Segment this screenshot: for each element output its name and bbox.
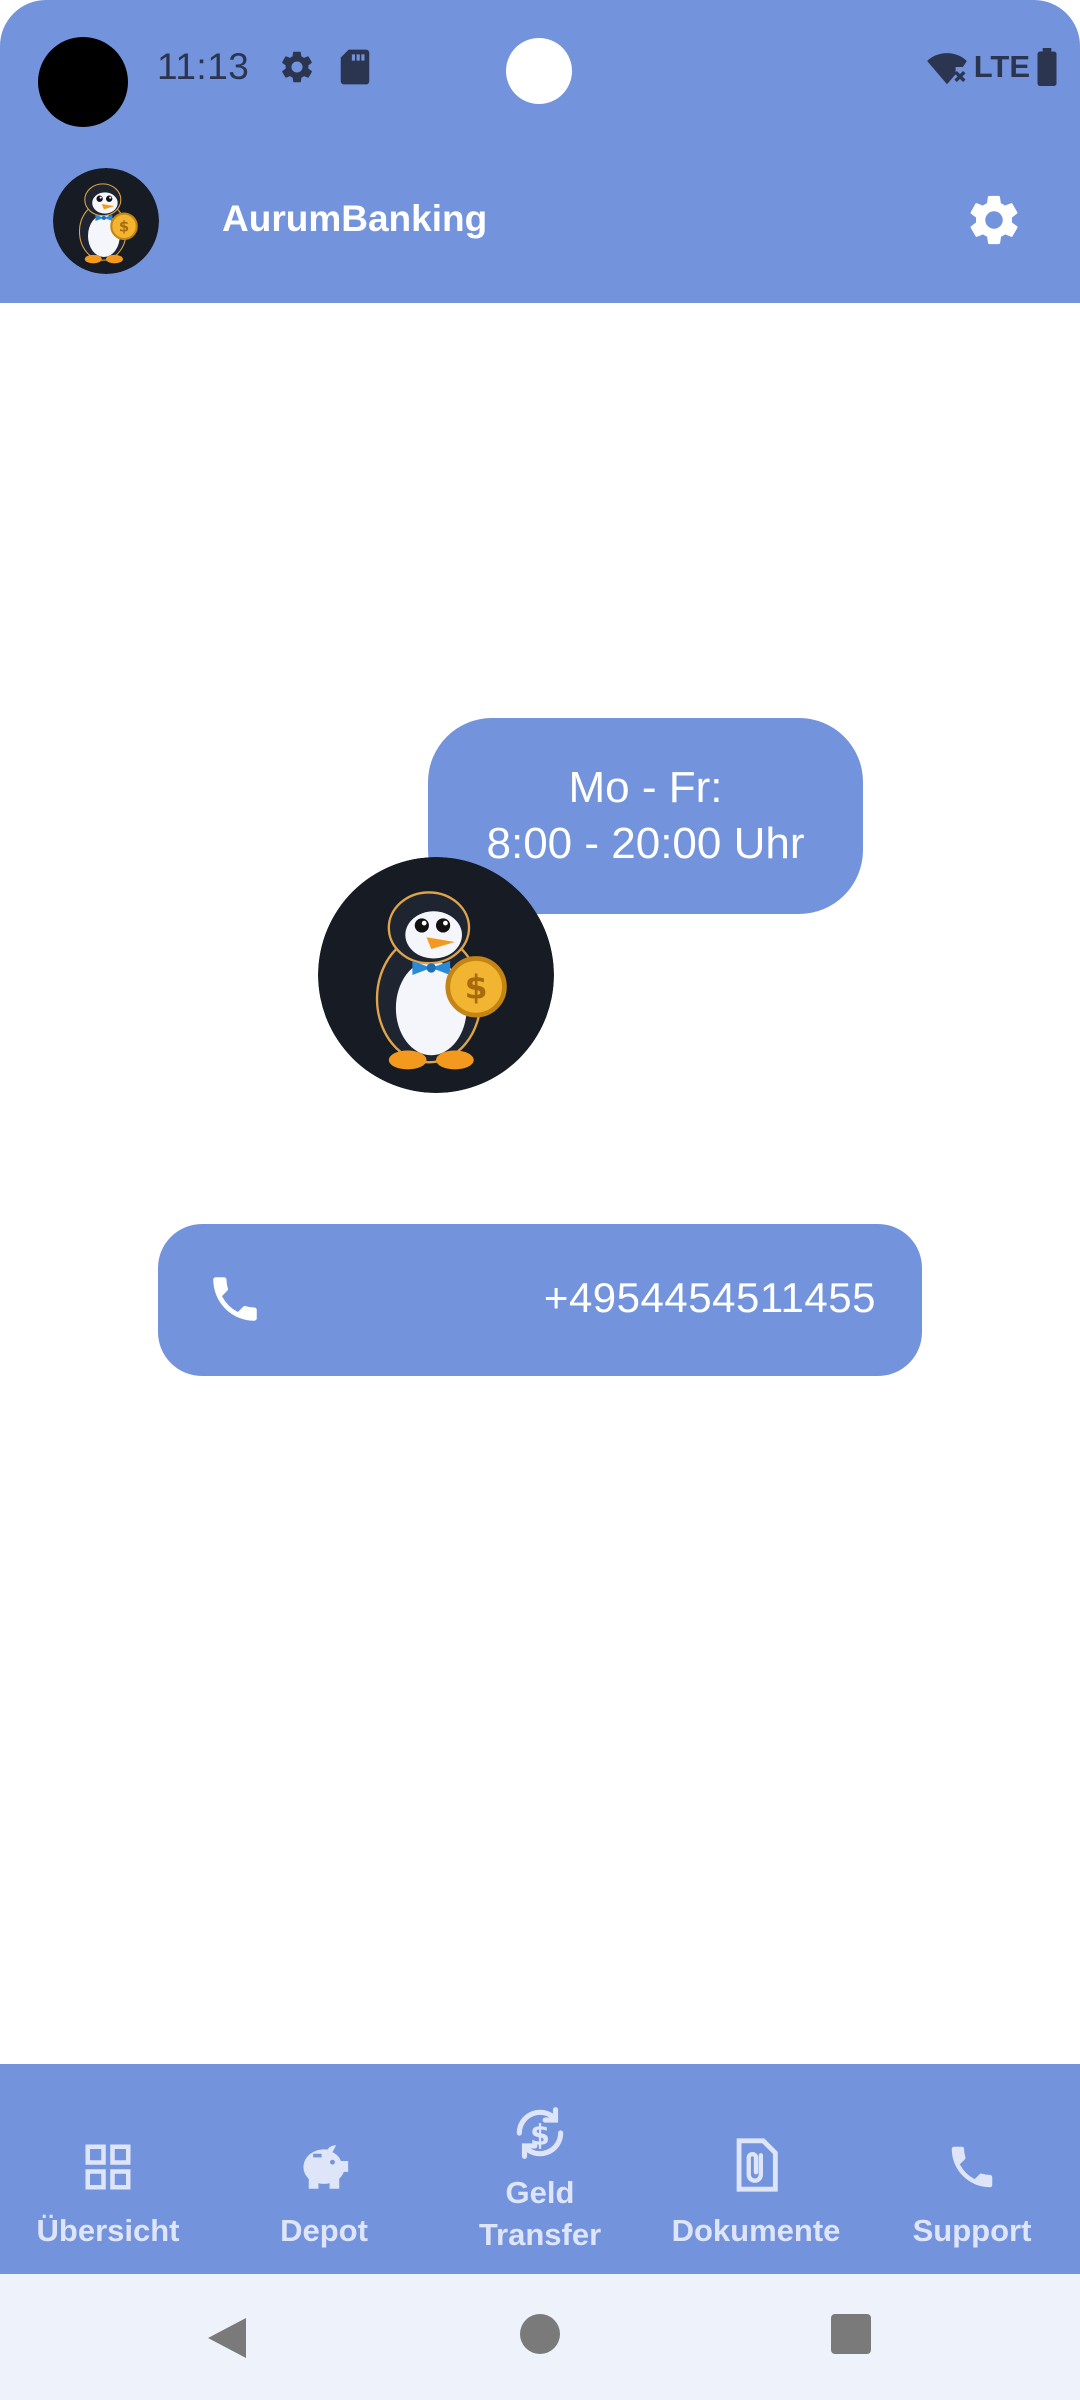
nav-label-money-transfer: Geld Transfer: [479, 2172, 601, 2256]
grid-icon: [85, 2144, 131, 2190]
back-icon[interactable]: [204, 2314, 248, 2362]
settings-button[interactable]: [964, 190, 1024, 250]
camera-cutout: [38, 37, 128, 127]
money-exchange-icon: $: [516, 2107, 564, 2159]
bottom-navigation: Übersicht Depot $ Geld Transfer Dokument…: [0, 2064, 1080, 2274]
settings-icon: [282, 51, 312, 83]
nav-label-support: Support: [912, 2213, 1032, 2248]
nav-label-documents: Dokumente: [671, 2213, 841, 2248]
gear-icon: [970, 195, 1018, 245]
phone-icon: [213, 1277, 257, 1321]
network-type: LTE: [973, 49, 1030, 84]
nav-item-documents[interactable]: Dokumente: [648, 2064, 864, 2274]
system-navigation-bar: [0, 2274, 1080, 2400]
app-title: AurumBanking: [222, 198, 488, 239]
opening-hours-time: 8:00 - 20:00 Uhr: [486, 819, 805, 868]
support-mascot: [318, 857, 554, 1093]
nav-item-support[interactable]: Support: [864, 2064, 1080, 2274]
battery-icon: [1037, 48, 1057, 86]
nav-item-money-transfer[interactable]: $ Geld Transfer: [432, 2064, 648, 2274]
home-icon[interactable]: [520, 2314, 560, 2354]
status-right: LTE: [926, 48, 1058, 86]
recents-icon[interactable]: [831, 2314, 871, 2354]
opening-hours-days: Mo - Fr:: [568, 763, 723, 812]
support-phone-number: +4954454511455: [543, 1274, 876, 1321]
penguin-mascot-icon: [318, 857, 554, 1093]
svg-text:$: $: [530, 2119, 550, 2152]
sd-card-icon: [340, 49, 370, 85]
nav-label-depot: Depot: [280, 2213, 368, 2248]
phone-icon: [951, 2146, 993, 2188]
nav-label-overview: Übersicht: [36, 2213, 180, 2248]
status-time: 11:13: [157, 46, 250, 87]
call-support-button[interactable]: +4954454511455: [158, 1224, 922, 1376]
app-logo: [53, 168, 159, 274]
nav-item-overview[interactable]: Übersicht: [0, 2064, 216, 2274]
front-camera: [506, 38, 572, 104]
wifi-off-icon: [926, 53, 967, 85]
paperclip-document-icon: [736, 2138, 778, 2192]
nav-label-money-transfer-line2: Transfer: [478, 2217, 602, 2252]
penguin-mascot-icon: [53, 168, 159, 274]
top-bar: 11:13 LTE AurumBanking: [0, 0, 1080, 303]
nav-label-money-transfer-line1: Geld: [505, 2175, 575, 2210]
piggy-bank-icon: [303, 2145, 349, 2189]
nav-item-depot[interactable]: Depot: [216, 2064, 432, 2274]
